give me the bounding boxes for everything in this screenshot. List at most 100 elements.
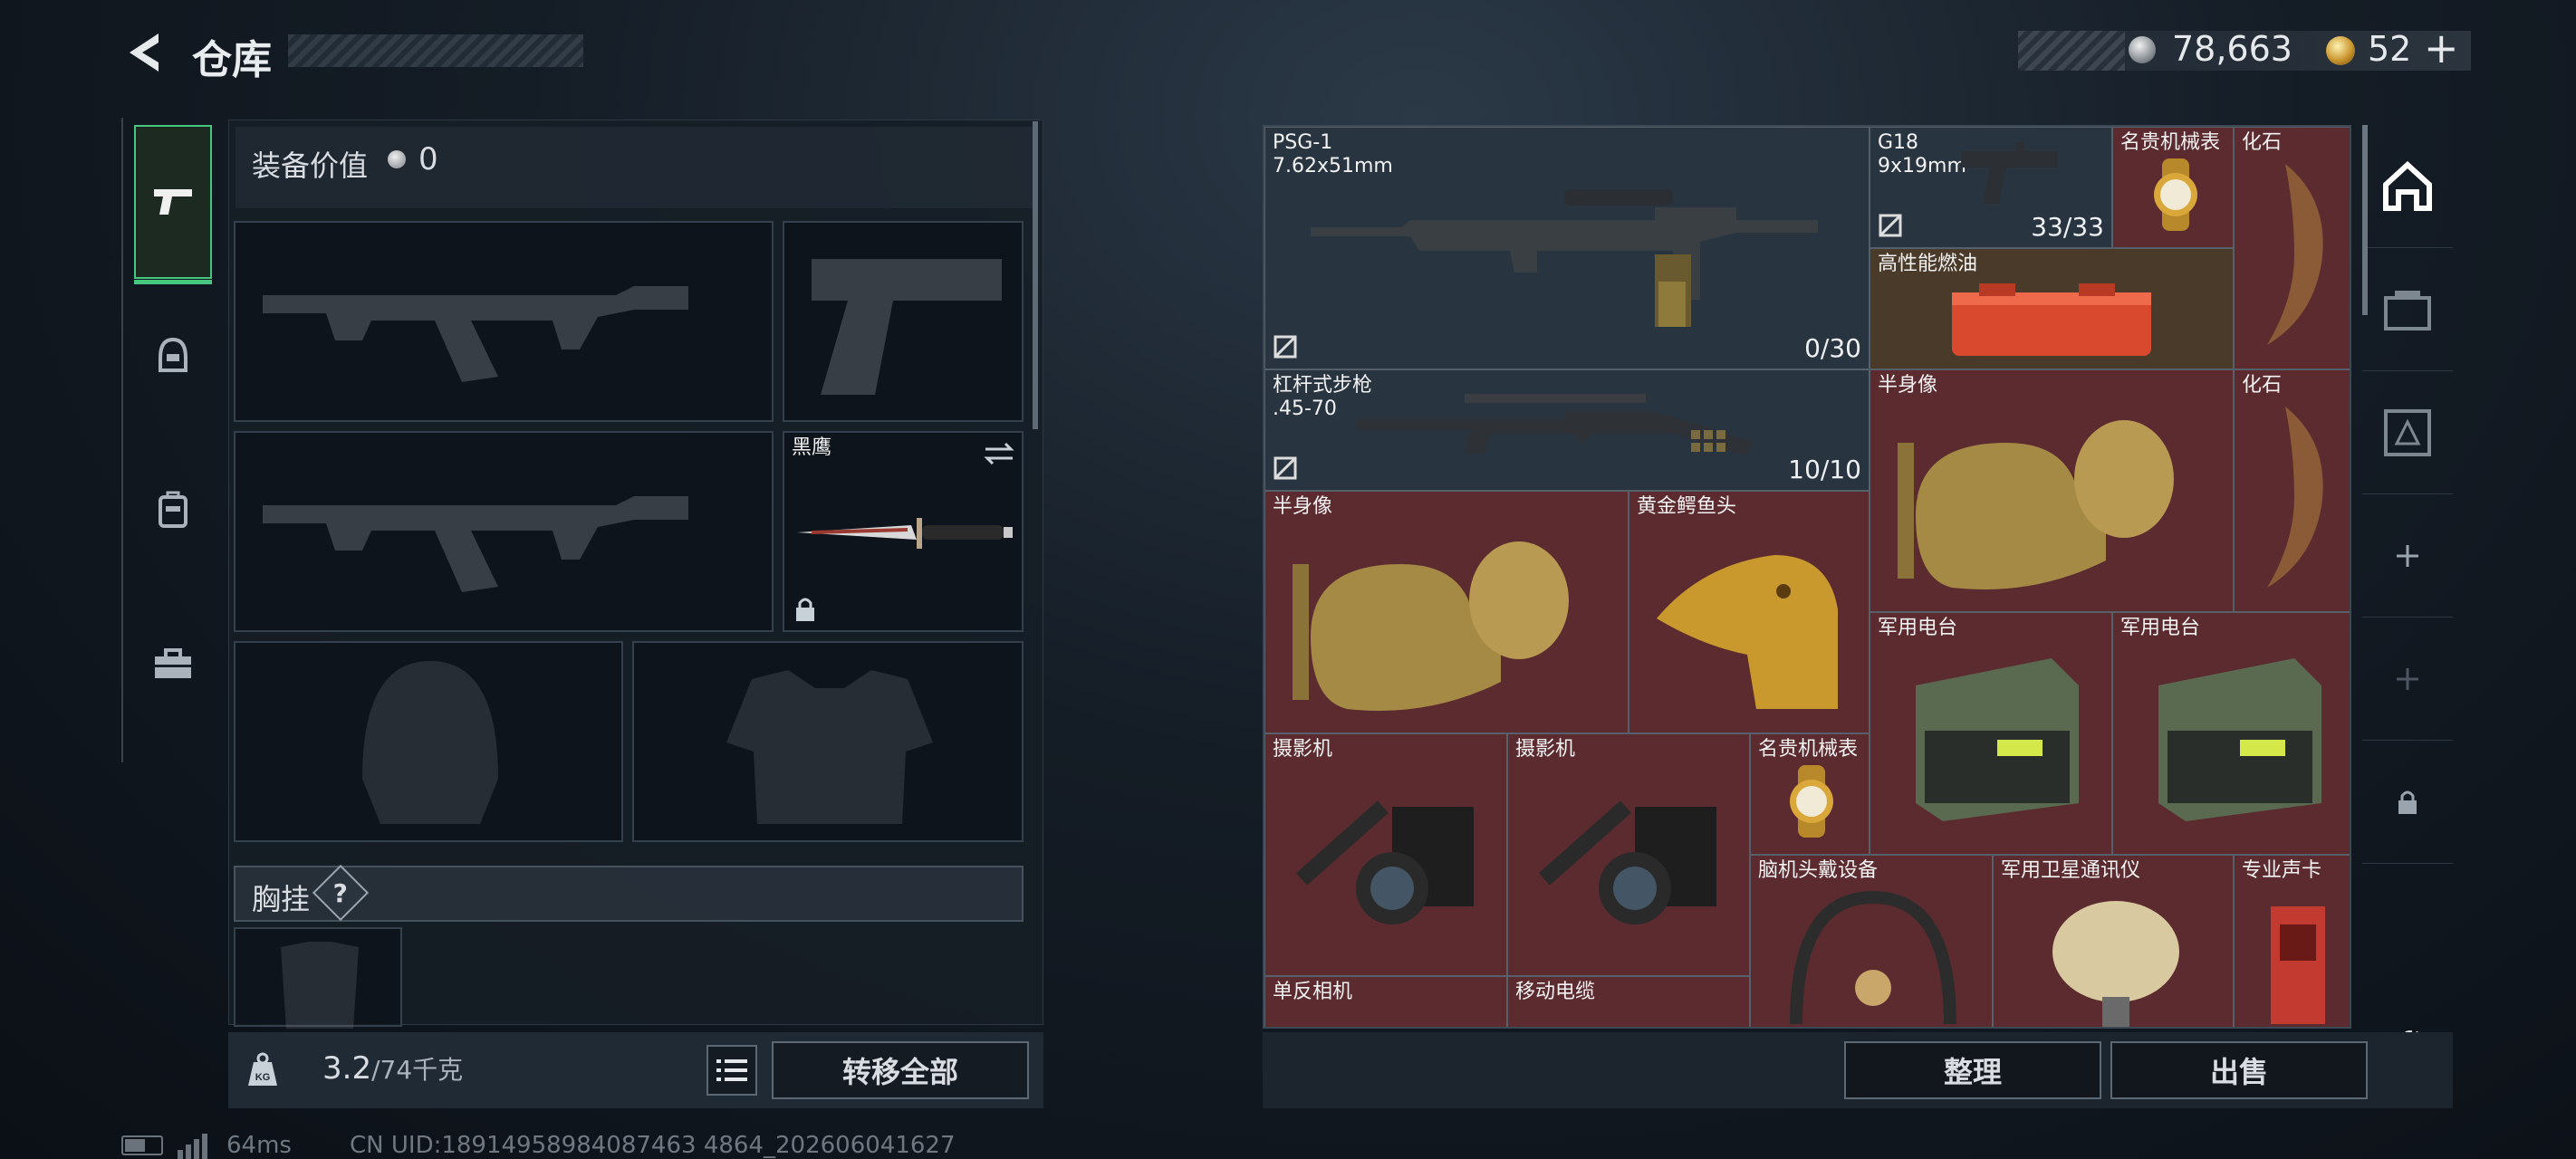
item-name: 单反相机 (1273, 981, 1353, 1003)
currency-decoration (2018, 31, 2125, 71)
stash-item-fossil[interactable]: 化石 (2234, 369, 2350, 612)
equipment-value: 0 (418, 141, 438, 177)
bust-icon (1898, 420, 2174, 589)
user-uid: CN UID:18914958984087463 4864_2026060416… (350, 1132, 956, 1159)
tab-weapons[interactable] (134, 125, 212, 284)
stash-item-mobile-cable[interactable]: 移动电缆 (1507, 976, 1750, 1027)
lever-rifle-icon (1356, 394, 1754, 455)
ping-readout: 64ms (226, 1132, 292, 1159)
item-name: 名贵机械表 (2120, 131, 2221, 154)
stash-grid: PSG-1 7.62x51mm 0/30 G18 9x19mm 33/33 名贵… (1263, 125, 2351, 1029)
helmet-slot[interactable] (234, 641, 623, 842)
helmet-silhouette-icon (362, 661, 498, 824)
page-title: 仓库 (192, 37, 272, 83)
video-camera-icon (1539, 800, 1716, 924)
stash-item-luxury-watch[interactable]: 名贵机械表 (2112, 127, 2234, 248)
pistol-icon (1961, 142, 2057, 204)
claw-fossil-icon (2267, 407, 2323, 588)
gold-balance: 52 (2368, 29, 2412, 69)
safe-icon (2384, 408, 2431, 456)
stash-item-bust[interactable]: 半身像 (1870, 369, 2234, 612)
sniper-rifle-icon (1311, 189, 1818, 327)
item-name: 化石 (2242, 374, 2283, 397)
stash-item-bust[interactable]: 半身像 (1264, 491, 1629, 733)
lock-icon (796, 598, 814, 621)
radio-icon (1916, 658, 2079, 821)
stash-item-bci-headset[interactable]: 脑机头戴设备 (1750, 855, 1993, 1027)
tab-stash[interactable] (2362, 125, 2453, 248)
item-name: 军用电台 (1878, 617, 1958, 639)
scrollbar[interactable] (1033, 121, 1038, 429)
primary-weapon-slot[interactable] (234, 221, 774, 422)
sort-button[interactable]: 整理 (1844, 1041, 2101, 1099)
weight-max: /74千克 (371, 1055, 464, 1085)
weight-icon: KG (237, 1041, 288, 1097)
stash-item-fuel[interactable]: 高性能燃油 (1870, 248, 2234, 369)
locked-tab[interactable] (2362, 741, 2453, 864)
armor-slot[interactable] (632, 641, 1024, 842)
stash-item-video-camera[interactable]: 摄影机 (1264, 733, 1507, 976)
back-button[interactable] (116, 25, 170, 80)
rifle-silhouette-icon (263, 286, 688, 382)
sell-button[interactable]: 出售 (2110, 1041, 2368, 1099)
tab-container[interactable] (2362, 248, 2453, 371)
item-name: 移动电缆 (1515, 981, 1596, 1003)
rifle-silhouette-icon (263, 496, 688, 592)
stash-item-video-camera[interactable]: 摄影机 (1507, 733, 1750, 976)
item-name: 黄金鳄鱼头 (1637, 495, 1737, 518)
tab-armor[interactable] (134, 279, 212, 433)
chevron-left-icon (130, 34, 159, 72)
melee-slot[interactable]: 黑鹰 (783, 431, 1024, 632)
weight-readout: 3.2/74千克 (322, 1050, 463, 1087)
battery-icon (121, 1135, 163, 1155)
stash-item-sound-card[interactable]: 专业声卡 (2234, 855, 2350, 1027)
stash-item-military-radio[interactable]: 军用电台 (2112, 612, 2350, 855)
stash-item-dslr[interactable]: 单反相机 (1264, 976, 1507, 1027)
item-name: 军用电台 (2120, 617, 2201, 639)
tab-backpack[interactable] (134, 433, 212, 587)
transfer-all-button[interactable]: 转移全部 (772, 1041, 1029, 1099)
help-icon: ? (332, 877, 349, 908)
tertiary-weapon-slot[interactable] (234, 431, 774, 632)
claw-fossil-icon (2267, 164, 2323, 345)
stash-item-g18[interactable]: G18 9x19mm 33/33 (1870, 127, 2112, 248)
item-name: 摄影机 (1515, 738, 1576, 761)
container-icon (2384, 290, 2431, 330)
ammo-count: 0/30 (1804, 333, 1861, 363)
list-view-button[interactable] (706, 1045, 757, 1096)
headset-icon (1790, 890, 1956, 1025)
item-name: 摄影机 (1273, 738, 1333, 761)
watch-icon (1790, 765, 1833, 838)
add-tab-button[interactable] (2362, 618, 2453, 741)
tab-toolbox[interactable] (134, 587, 212, 741)
add-tab-button[interactable] (2362, 494, 2453, 618)
tab-safe[interactable] (2362, 371, 2453, 494)
plus-icon (2397, 667, 2418, 690)
house-icon (2383, 160, 2432, 211)
chest-rig-label: 胸挂 (252, 882, 311, 916)
equipment-value-label: 装备价值 (252, 148, 369, 183)
stash-item-military-radio[interactable]: 军用电台 (1870, 612, 2112, 855)
radio-icon (2158, 658, 2321, 821)
item-name: 半身像 (1878, 374, 1938, 397)
stash-item-psg1[interactable]: PSG-1 7.62x51mm 0/30 (1264, 127, 1870, 369)
plus-icon (2397, 544, 2418, 567)
secondary-weapon-slot[interactable] (783, 221, 1024, 422)
add-gold-button[interactable]: + (2424, 24, 2459, 72)
toolbox-icon (155, 648, 191, 678)
chest-rig-slot[interactable] (234, 927, 402, 1029)
swap-icon[interactable] (984, 440, 1014, 467)
stash-item-lever-rifle[interactable]: 杠杆式步枪 .45-70 10/10 (1264, 369, 1870, 491)
pistol-silhouette-icon (812, 259, 1002, 395)
signal-icon (178, 1134, 207, 1159)
silver-coin-icon (2129, 36, 2156, 63)
stash-item-fossil[interactable]: 化石 (2234, 127, 2350, 369)
no-mod-icon (1274, 335, 1297, 359)
rig-silhouette-icon (281, 942, 359, 1029)
stash-item-luxury-watch[interactable]: 名贵机械表 (1750, 733, 1870, 855)
stash-item-gold-croc-head[interactable]: 黄金鳄鱼头 (1629, 491, 1870, 733)
list-icon (716, 1059, 747, 1081)
stash-item-sat-comm[interactable]: 军用卫星通讯仪 (1993, 855, 2234, 1027)
scrollbar[interactable] (2362, 125, 2368, 315)
pistol-icon (154, 189, 192, 215)
